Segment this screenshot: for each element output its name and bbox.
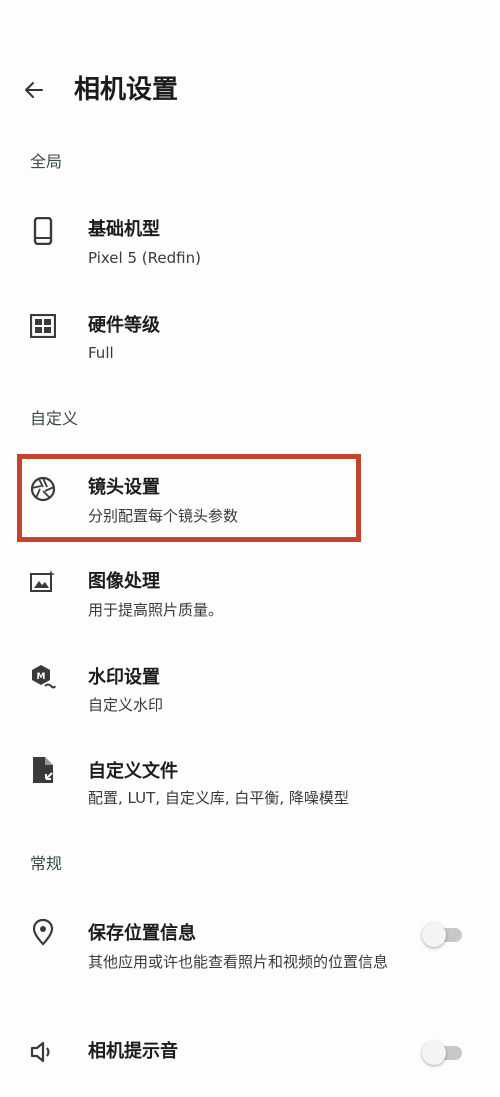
setting-title: 基础机型 bbox=[88, 219, 160, 240]
setting-shutter-sound[interactable]: 相机提示音 bbox=[0, 1025, 500, 1085]
setting-subtitle: Pixel 5 (Redfin) bbox=[88, 249, 201, 267]
setting-title: 水印设置 bbox=[88, 667, 160, 688]
save-location-toggle[interactable] bbox=[422, 923, 462, 947]
setting-title: 自定义文件 bbox=[88, 761, 178, 782]
setting-subtitle: 用于提高照片质量。 bbox=[88, 601, 224, 619]
setting-hardware-level[interactable]: 硬件等级 Full bbox=[0, 295, 500, 375]
file-import-icon bbox=[30, 757, 56, 783]
location-pin-icon bbox=[30, 918, 56, 946]
back-button[interactable] bbox=[14, 72, 54, 108]
setting-title: 硬件等级 bbox=[88, 315, 160, 336]
setting-subtitle: 自定义水印 bbox=[88, 696, 164, 714]
setting-image-processing[interactable]: 图像处理 用于提高照片质量。 bbox=[0, 555, 500, 635]
highlight-annotation bbox=[17, 454, 361, 542]
app-bar: 相机设置 bbox=[0, 0, 500, 140]
setting-watermark[interactable]: M 水印设置 自定义水印 bbox=[0, 650, 500, 730]
watermark-icon: M bbox=[30, 664, 56, 690]
arrow-back-icon bbox=[25, 82, 43, 98]
svg-text:M: M bbox=[37, 672, 46, 682]
section-header-custom: 自定义 bbox=[30, 409, 79, 428]
setting-title: 保存位置信息 bbox=[88, 923, 196, 944]
setting-save-location[interactable]: 保存位置信息 其他应用或许也能查看照片和视频的位置信息 bbox=[0, 905, 500, 1005]
page-title: 相机设置 bbox=[74, 75, 179, 105]
chip-icon bbox=[30, 313, 56, 339]
phone-icon bbox=[30, 217, 56, 245]
section-header-global: 全局 bbox=[30, 152, 63, 171]
setting-base-model[interactable]: 基础机型 Pixel 5 (Redfin) bbox=[0, 200, 500, 280]
toggle-thumb bbox=[422, 923, 446, 947]
setting-title: 图像处理 bbox=[88, 571, 160, 592]
section-header-general: 常规 bbox=[30, 854, 63, 873]
speaker-icon bbox=[30, 1039, 56, 1065]
setting-title: 相机提示音 bbox=[88, 1041, 178, 1062]
shutter-sound-toggle[interactable] bbox=[422, 1041, 462, 1065]
setting-subtitle: 其他应用或许也能查看照片和视频的位置信息 bbox=[88, 953, 389, 971]
setting-subtitle: 配置, LUT, 自定义库, 白平衡, 降噪模型 bbox=[88, 789, 349, 807]
toggle-thumb bbox=[422, 1041, 446, 1065]
image-enhance-icon bbox=[30, 569, 56, 595]
setting-custom-files[interactable]: 自定义文件 配置, LUT, 自定义库, 白平衡, 降噪模型 bbox=[0, 745, 500, 825]
setting-subtitle: Full bbox=[88, 344, 114, 362]
